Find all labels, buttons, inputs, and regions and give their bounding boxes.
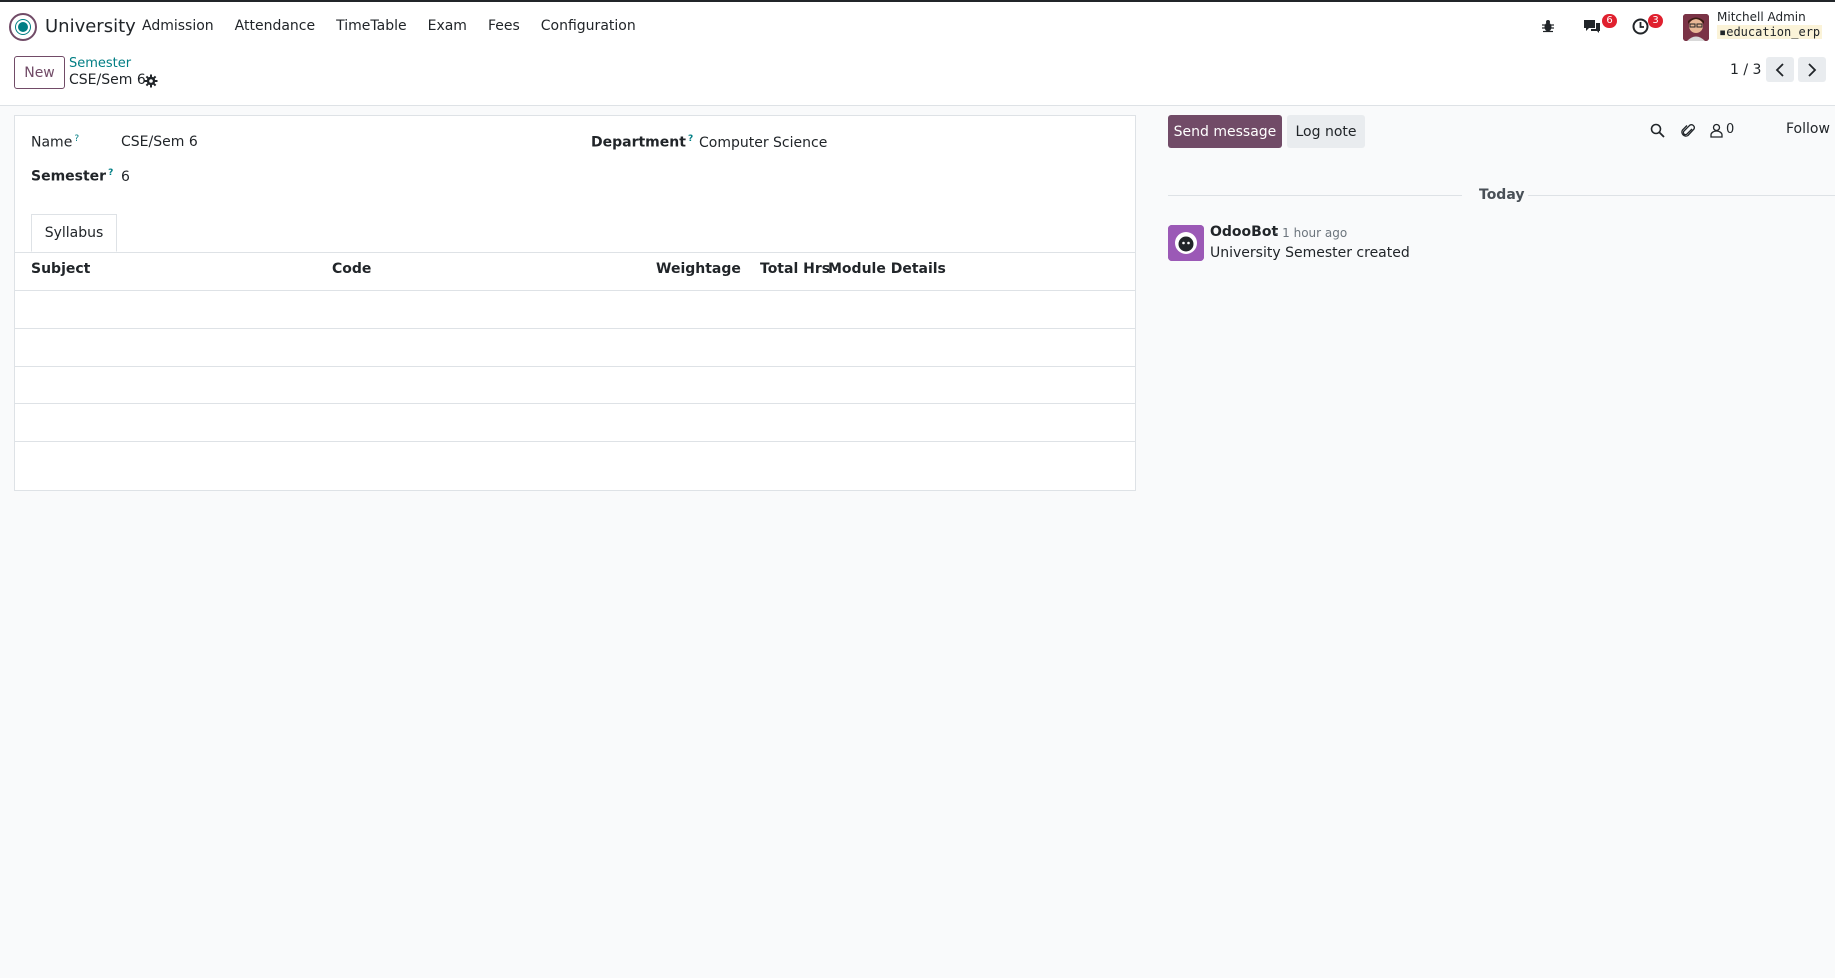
- date-separator-line: [1168, 195, 1462, 196]
- log-note-button[interactable]: Log note: [1287, 115, 1365, 148]
- odoobot-avatar: [1168, 225, 1204, 261]
- message-time: - 1 hour ago: [1274, 226, 1348, 240]
- semester-help-icon[interactable]: ?: [108, 168, 113, 178]
- top-navbar: University Admission Attendance TimeTabl…: [0, 0, 1835, 50]
- menu-item-fees[interactable]: Fees: [488, 18, 520, 34]
- pager-value[interactable]: 1 / 3: [1730, 62, 1761, 78]
- bug-icon[interactable]: [1541, 19, 1555, 33]
- menu-item-timetable[interactable]: TimeTable: [336, 18, 406, 34]
- database-name: ▪education_erp: [1717, 25, 1823, 39]
- column-header-subject[interactable]: Subject: [31, 261, 90, 277]
- pager-previous-button[interactable]: [1766, 57, 1794, 82]
- pager-next-button[interactable]: [1798, 57, 1826, 82]
- followers-count[interactable]: 0: [1726, 122, 1734, 137]
- semester-label-text: Semester: [31, 168, 107, 185]
- message-author[interactable]: OdooBot: [1210, 224, 1278, 240]
- name-label: Name?: [31, 134, 79, 151]
- gear-icon[interactable]: [144, 74, 158, 88]
- table-row: [15, 403, 1135, 404]
- database-label: education_erp: [1726, 25, 1821, 39]
- tab-divider: [15, 252, 1135, 253]
- menu-item-configuration[interactable]: Configuration: [541, 18, 636, 34]
- messages-icon[interactable]: [1583, 18, 1601, 34]
- new-button[interactable]: New: [14, 56, 65, 89]
- menu-item-admission[interactable]: Admission: [142, 18, 214, 34]
- message-body: University Semester created: [1210, 245, 1410, 261]
- main-menu: Admission Attendance TimeTable Exam Fees…: [142, 18, 657, 34]
- activities-badge: 3: [1648, 14, 1663, 28]
- app-name[interactable]: University: [45, 16, 136, 37]
- menu-item-exam[interactable]: Exam: [428, 18, 467, 34]
- date-separator: Today: [1479, 187, 1525, 203]
- table-row: [15, 366, 1135, 367]
- user-name[interactable]: Mitchell Admin: [1717, 10, 1806, 24]
- semester-label: Semester?: [31, 168, 113, 185]
- column-header-weightage[interactable]: Weightage: [656, 261, 741, 277]
- chevron-right-icon: [1808, 62, 1817, 77]
- breadcrumb-parent-link[interactable]: Semester: [69, 56, 131, 71]
- search-icon[interactable]: [1650, 123, 1665, 138]
- followers-icon[interactable]: [1710, 123, 1723, 138]
- menu-item-attendance[interactable]: Attendance: [235, 18, 315, 34]
- department-label-text: Department: [591, 134, 686, 151]
- department-field[interactable]: Computer Science: [699, 135, 827, 151]
- chevron-left-icon: [1775, 62, 1784, 77]
- messages-badge: 6: [1602, 14, 1617, 28]
- follow-button[interactable]: Follow: [1786, 121, 1830, 137]
- send-message-button[interactable]: Send message: [1168, 115, 1282, 148]
- department-help-icon[interactable]: ?: [688, 134, 693, 144]
- semester-field[interactable]: 6: [121, 169, 130, 185]
- column-header-total-hrs[interactable]: Total Hrs: [760, 261, 830, 277]
- table-row: [15, 441, 1135, 442]
- activity-clock-icon[interactable]: [1632, 18, 1649, 35]
- name-field[interactable]: CSE/Sem 6: [121, 134, 198, 150]
- paperclip-icon[interactable]: [1681, 123, 1696, 139]
- user-avatar[interactable]: [1683, 14, 1709, 41]
- column-header-code[interactable]: Code: [332, 261, 371, 277]
- name-label-text: Name: [31, 134, 73, 151]
- table-row: [15, 290, 1135, 291]
- app-switcher-icon[interactable]: [9, 13, 37, 41]
- table-row: [15, 328, 1135, 329]
- date-separator-line: [1528, 195, 1835, 196]
- breadcrumb-current: CSE/Sem 6: [69, 72, 146, 88]
- column-header-module-details[interactable]: Module Details: [828, 261, 946, 277]
- name-help-icon[interactable]: ?: [74, 134, 79, 144]
- tab-syllabus[interactable]: Syllabus: [31, 214, 117, 252]
- control-panel: New Semester CSE/Sem 6 1 / 3: [0, 50, 1835, 106]
- department-label: Department?: [591, 134, 693, 151]
- form-sheet: Name? CSE/Sem 6 Department? Computer Sci…: [14, 115, 1136, 491]
